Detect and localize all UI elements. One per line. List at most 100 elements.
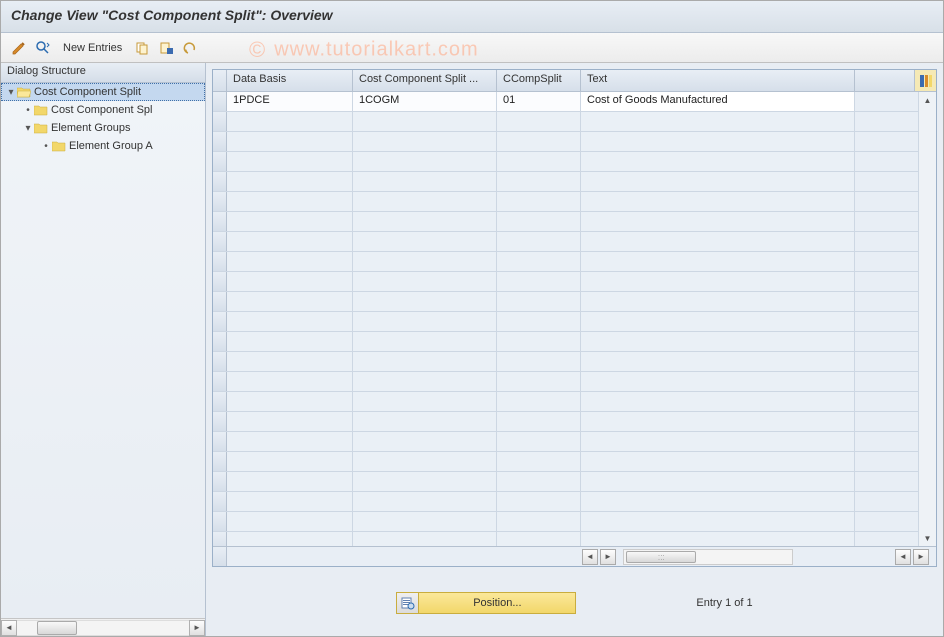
cell-empty[interactable]	[581, 432, 855, 451]
cell-empty[interactable]	[227, 292, 353, 311]
scroll-right-button[interactable]: ►	[913, 549, 929, 565]
scroll-left-button[interactable]: ◄	[582, 549, 598, 565]
grid-config-button[interactable]	[914, 70, 936, 91]
cell-empty[interactable]	[497, 352, 581, 371]
row-selector[interactable]	[213, 492, 227, 511]
cell-empty[interactable]	[353, 532, 497, 546]
cell-empty[interactable]	[497, 292, 581, 311]
toggle-change-icon[interactable]	[9, 38, 29, 58]
cell-empty[interactable]	[581, 252, 855, 271]
cell-empty[interactable]	[581, 372, 855, 391]
cell-empty[interactable]	[227, 332, 353, 351]
undo-icon[interactable]	[180, 38, 200, 58]
table-row-empty[interactable]	[213, 512, 918, 532]
cell-empty[interactable]	[353, 292, 497, 311]
cell-empty[interactable]	[497, 172, 581, 191]
cell-empty[interactable]	[353, 192, 497, 211]
tree-collapse-icon[interactable]: ▾	[6, 87, 16, 98]
cell-empty[interactable]	[497, 372, 581, 391]
cell-empty[interactable]	[497, 432, 581, 451]
cell-empty[interactable]	[227, 132, 353, 151]
row-selector[interactable]	[213, 412, 227, 431]
table-row-empty[interactable]	[213, 172, 918, 192]
cell-ccs[interactable]: 1COGM	[353, 92, 497, 111]
cell-empty[interactable]	[227, 112, 353, 131]
scroll-up-button[interactable]: ▲	[920, 92, 936, 108]
tree-collapse-icon[interactable]: ▾	[23, 123, 33, 134]
cell-empty[interactable]	[497, 412, 581, 431]
row-selector[interactable]	[213, 432, 227, 451]
row-selector[interactable]	[213, 112, 227, 131]
scroll-left-button[interactable]: ◄	[895, 549, 911, 565]
cell-empty[interactable]	[581, 152, 855, 171]
cell-ccomp[interactable]: 01	[497, 92, 581, 111]
cell-empty[interactable]	[227, 432, 353, 451]
cell-empty[interactable]	[497, 512, 581, 531]
column-header-cost-component-split[interactable]: Cost Component Split ...	[353, 70, 497, 91]
cell-empty[interactable]	[227, 312, 353, 331]
row-selector[interactable]	[213, 392, 227, 411]
delete-icon[interactable]	[156, 38, 176, 58]
tree-node-element-group-a[interactable]: • Element Group A	[1, 137, 205, 155]
scroll-right-button[interactable]: ►	[600, 549, 616, 565]
row-selector[interactable]	[213, 292, 227, 311]
cell-text[interactable]: Cost of Goods Manufactured	[581, 92, 855, 111]
cell-empty[interactable]	[227, 412, 353, 431]
row-selector[interactable]	[213, 232, 227, 251]
table-row-empty[interactable]	[213, 372, 918, 392]
row-selector[interactable]	[213, 212, 227, 231]
cell-empty[interactable]	[497, 392, 581, 411]
cell-empty[interactable]	[227, 252, 353, 271]
table-row-empty[interactable]	[213, 312, 918, 332]
table-row-empty[interactable]	[213, 192, 918, 212]
row-selector[interactable]	[213, 92, 227, 111]
table-row-empty[interactable]	[213, 152, 918, 172]
table-row-empty[interactable]	[213, 272, 918, 292]
row-selector[interactable]	[213, 132, 227, 151]
cell-empty[interactable]	[581, 312, 855, 331]
cell-empty[interactable]	[227, 532, 353, 546]
cell-empty[interactable]	[227, 212, 353, 231]
scroll-track[interactable]	[623, 549, 793, 565]
table-row-empty[interactable]	[213, 212, 918, 232]
cell-empty[interactable]	[581, 212, 855, 231]
cell-empty[interactable]	[227, 372, 353, 391]
cell-empty[interactable]	[353, 472, 497, 491]
cell-empty[interactable]	[227, 272, 353, 291]
cell-empty[interactable]	[581, 532, 855, 546]
cell-empty[interactable]	[497, 492, 581, 511]
cell-empty[interactable]	[497, 532, 581, 546]
cell-empty[interactable]	[353, 152, 497, 171]
table-row-empty[interactable]	[213, 292, 918, 312]
column-header-text[interactable]: Text	[581, 70, 855, 91]
table-row-empty[interactable]	[213, 332, 918, 352]
cell-empty[interactable]	[497, 332, 581, 351]
position-button[interactable]: Position...	[396, 592, 576, 614]
table-row-empty[interactable]	[213, 452, 918, 472]
cell-empty[interactable]	[227, 512, 353, 531]
copy-icon[interactable]	[132, 38, 152, 58]
table-row-empty[interactable]	[213, 252, 918, 272]
cell-empty[interactable]	[581, 272, 855, 291]
cell-empty[interactable]	[353, 452, 497, 471]
table-row-empty[interactable]	[213, 392, 918, 412]
row-selector[interactable]	[213, 332, 227, 351]
cell-empty[interactable]	[353, 412, 497, 431]
cell-empty[interactable]	[497, 272, 581, 291]
tree-node-cost-component-split[interactable]: ▾ Cost Component Split	[1, 83, 205, 101]
cell-empty[interactable]	[581, 452, 855, 471]
scroll-left-button[interactable]: ◄	[1, 620, 17, 636]
cell-empty[interactable]	[581, 232, 855, 251]
cell-empty[interactable]	[353, 172, 497, 191]
scroll-track[interactable]	[17, 620, 189, 636]
table-row-empty[interactable]	[213, 112, 918, 132]
cell-empty[interactable]	[227, 192, 353, 211]
table-row-empty[interactable]	[213, 232, 918, 252]
new-entries-button[interactable]: New Entries	[57, 42, 128, 54]
row-selector[interactable]	[213, 192, 227, 211]
cell-empty[interactable]	[353, 212, 497, 231]
scroll-down-button[interactable]: ▼	[920, 530, 936, 546]
row-selector[interactable]	[213, 472, 227, 491]
row-selector[interactable]	[213, 152, 227, 171]
cell-empty[interactable]	[353, 272, 497, 291]
